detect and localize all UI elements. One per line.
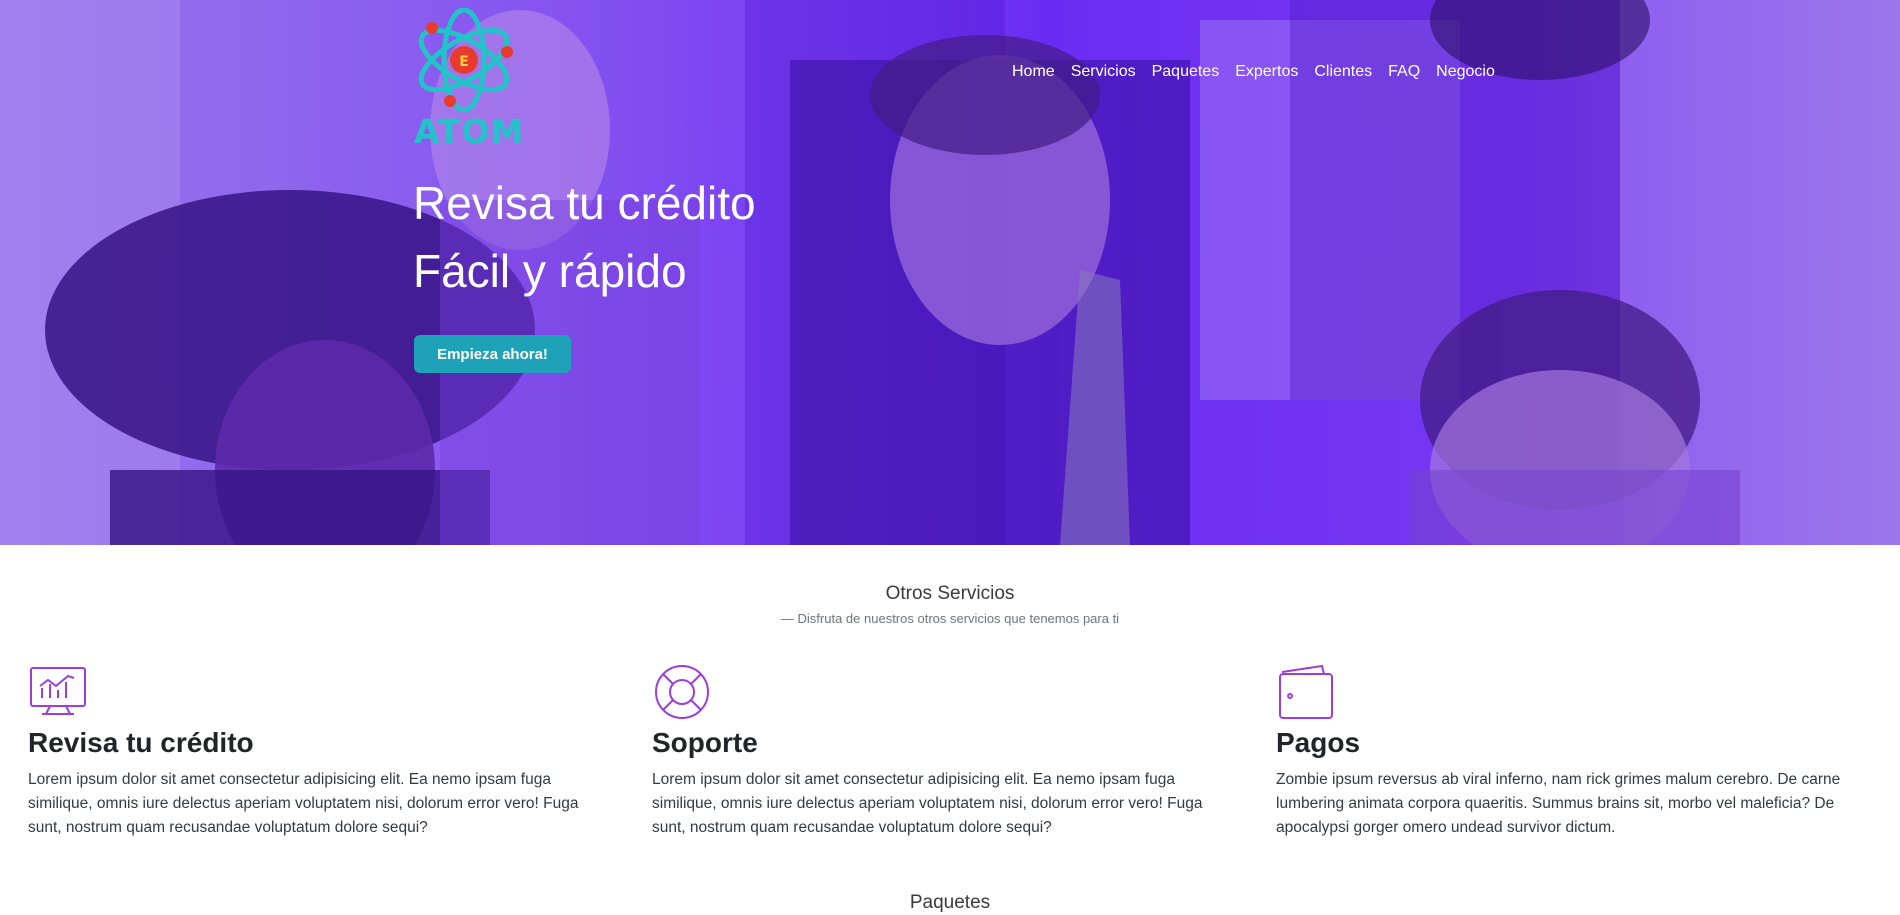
nav-link-negocio[interactable]: Negocio (1436, 63, 1495, 81)
wallet-icon (1279, 664, 1333, 719)
nav-link-home[interactable]: Home (1012, 63, 1055, 81)
hero-banner: E ATOM Home Servicios Paquetes Expertos … (0, 0, 1900, 545)
start-now-button[interactable]: Empieza ahora! (414, 335, 571, 373)
service-card-support: Soporte Lorem ipsum dolor sit amet conse… (652, 664, 1232, 840)
services-section-title: Otros Servicios (885, 583, 1015, 604)
service-card-credit: Revisa tu crédito Lorem ipsum dolor sit … (28, 664, 608, 840)
nav-link-servicios[interactable]: Servicios (1071, 63, 1136, 81)
service-card-payments: Pagos Zombie ipsum reversus ab viral inf… (1276, 664, 1856, 840)
nav-link-paquetes[interactable]: Paquetes (1152, 63, 1220, 81)
service-description: Zombie ipsum reversus ab viral inferno, … (1276, 771, 1841, 836)
service-description: Lorem ipsum dolor sit amet consectetur a… (28, 771, 579, 836)
lifebuoy-icon (655, 665, 709, 719)
main-nav: Home Servicios Paquetes Expertos Cliente… (1012, 63, 1495, 81)
hero-headline-line-1: Revisa tu crédito (413, 177, 756, 229)
service-title: Soporte (652, 727, 758, 758)
logo-text: ATOM (414, 112, 525, 151)
svg-text:E: E (459, 54, 469, 70)
packages-section-title: Paquetes (909, 892, 991, 913)
monitor-chart-icon (30, 667, 86, 715)
nav-link-faq[interactable]: FAQ (1388, 63, 1420, 81)
service-title: Pagos (1276, 727, 1361, 758)
services-section-subtitle: — Disfruta de nuestros otros servicios q… (780, 611, 1120, 626)
hero-headline-line-2: Fácil y rápido (413, 245, 687, 297)
service-title: Revisa tu crédito (28, 727, 254, 758)
nav-link-expertos[interactable]: Expertos (1235, 63, 1298, 81)
service-description: Lorem ipsum dolor sit amet consectetur a… (652, 771, 1203, 836)
hero-color-overlay (0, 0, 1900, 545)
nav-link-clientes[interactable]: Clientes (1314, 63, 1372, 81)
